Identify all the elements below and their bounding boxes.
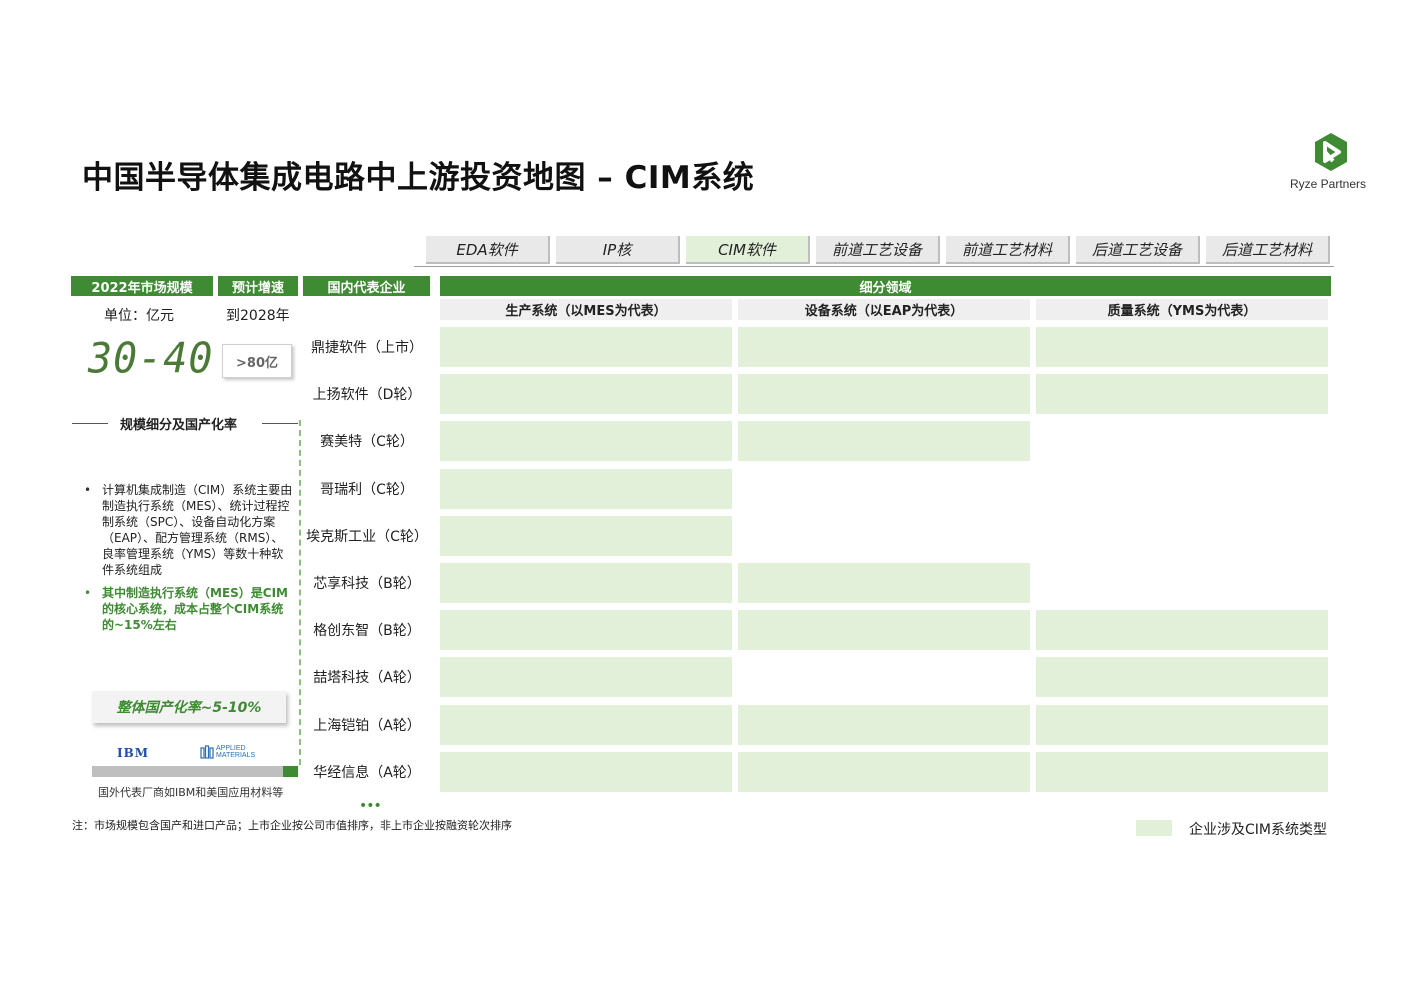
page-title: 中国半导体集成电路中上游投资地图 – CIM系统 — [82, 160, 755, 196]
tab-6[interactable]: 后道工艺材料 — [1206, 236, 1330, 264]
coverage-cell-filled — [440, 421, 732, 461]
coverage-cell-filled — [738, 327, 1030, 367]
coverage-cell-empty — [738, 516, 1030, 556]
legend-label: 企业涉及CIM系统类型 — [1189, 822, 1327, 838]
company-name: 喆塔科技（A轮） — [313, 670, 421, 686]
market-size-header: 2022年市场规模 — [71, 276, 213, 296]
company-name: 格创东智（B轮） — [313, 623, 421, 639]
segments-header: 细分领域 — [440, 276, 1331, 296]
bullet-text: 计算机集成制造（CIM）系统主要由制造执行系统（MES）、统计过程控制系统（SP… — [102, 483, 293, 577]
footnote: 注：市场规模包含国产和进口产品；上市企业按公司市值排序，非上市企业按融资轮次排序 — [72, 819, 512, 832]
market-unit: 单位：亿元 — [104, 308, 174, 324]
applied-materials-logo: APPLIED MATERIALS — [200, 745, 255, 759]
coverage-cell-filled — [440, 469, 732, 509]
tab-5[interactable]: 后道工艺设备 — [1076, 236, 1200, 264]
company-name: 华经信息（A轮） — [313, 765, 421, 781]
growth-header: 预计增速 — [218, 276, 298, 296]
segment-header-mes: 生产系统（以MES为代表） — [440, 299, 732, 320]
coverage-cell-filled — [1036, 657, 1328, 697]
coverage-cell-filled — [1036, 705, 1328, 745]
applied-materials-icon — [200, 745, 214, 759]
company-name: 鼎捷软件（上市） — [311, 340, 423, 356]
market-size-value: 30-40 — [88, 334, 214, 384]
legend-swatch — [1136, 820, 1172, 836]
tab-0[interactable]: EDA软件 — [426, 236, 550, 264]
brand-name: Ryze Partners — [1290, 177, 1367, 191]
coverage-cell-empty — [1036, 421, 1328, 461]
coverage-cell-filled — [440, 516, 732, 556]
companies-header: 国内代表企业 — [303, 276, 430, 296]
coverage-cell-filled — [1036, 610, 1328, 650]
tab-2[interactable]: CIM软件 — [686, 236, 810, 264]
coverage-cell-filled — [738, 752, 1030, 792]
bullet-text-highlight: 其中制造执行系统（MES）是CIM的核心系统，成本占整个CIM系统的~15%左右 — [102, 586, 288, 632]
company-name: 芯享科技（B轮） — [313, 576, 421, 592]
coverage-cell-filled — [440, 657, 732, 697]
coverage-cell-filled — [440, 610, 732, 650]
coverage-cell-empty — [1036, 563, 1328, 603]
category-tabs: EDA软件 IP核 CIM软件 前道工艺设备 前道工艺材料 后道工艺设备 后道工艺材料 — [414, 234, 1334, 268]
coverage-cell-filled — [738, 610, 1030, 650]
bullet-marker: • — [84, 483, 92, 497]
coverage-cell-empty — [1036, 516, 1328, 556]
bullet-marker: • — [84, 586, 92, 600]
breakdown-title: 规模细分及国产化率 — [120, 418, 238, 433]
coverage-cell-filled — [440, 327, 732, 367]
tab-1[interactable]: IP核 — [556, 236, 680, 264]
coverage-cell-empty — [1036, 469, 1328, 509]
tab-3[interactable]: 前道工艺设备 — [816, 236, 940, 264]
divider-dashed — [299, 420, 301, 765]
growth-horizon: 到2028年 — [226, 308, 290, 324]
company-name: 哥瑞利（C轮） — [320, 482, 414, 498]
company-name: 赛美特（C轮） — [320, 434, 414, 450]
coverage-cell-filled — [440, 752, 732, 792]
coverage-cell-empty — [738, 657, 1030, 697]
coverage-cell-filled — [1036, 374, 1328, 414]
localization-rate: 整体国产化率~5-10% — [92, 691, 286, 723]
coverage-cell-filled — [440, 563, 732, 603]
tabs-divider — [414, 266, 1334, 267]
section-rule-right — [262, 423, 298, 424]
coverage-cell-filled — [1036, 327, 1328, 367]
ryze-logo-icon — [1313, 132, 1349, 172]
localization-bar-fill — [283, 766, 298, 777]
coverage-cell-filled — [738, 705, 1030, 745]
segment-header-yms: 质量系统（YMS为代表） — [1036, 299, 1328, 320]
company-name: 上扬软件（D轮） — [312, 387, 422, 403]
section-rule-left — [72, 423, 108, 424]
coverage-cell-filled — [738, 421, 1030, 461]
segment-header-eap: 设备系统（以EAP为代表） — [738, 299, 1030, 320]
growth-value: >80亿 — [222, 344, 292, 378]
coverage-cell-filled — [440, 374, 732, 414]
coverage-cell-empty — [738, 469, 1030, 509]
more-indicator: ••• — [359, 798, 382, 814]
company-name: 埃克斯工业（C轮） — [306, 529, 428, 545]
ibm-logo: IBM — [117, 746, 150, 760]
overseas-vendors-note: 国外代表厂商如IBM和美国应用材料等 — [98, 786, 284, 799]
coverage-cell-filled — [440, 705, 732, 745]
coverage-cell-filled — [1036, 752, 1328, 792]
company-name: 上海铠铂（A轮） — [313, 718, 421, 734]
coverage-cell-filled — [738, 374, 1030, 414]
tab-4[interactable]: 前道工艺材料 — [946, 236, 1070, 264]
localization-bar-track — [92, 766, 298, 777]
coverage-cell-filled — [738, 563, 1030, 603]
